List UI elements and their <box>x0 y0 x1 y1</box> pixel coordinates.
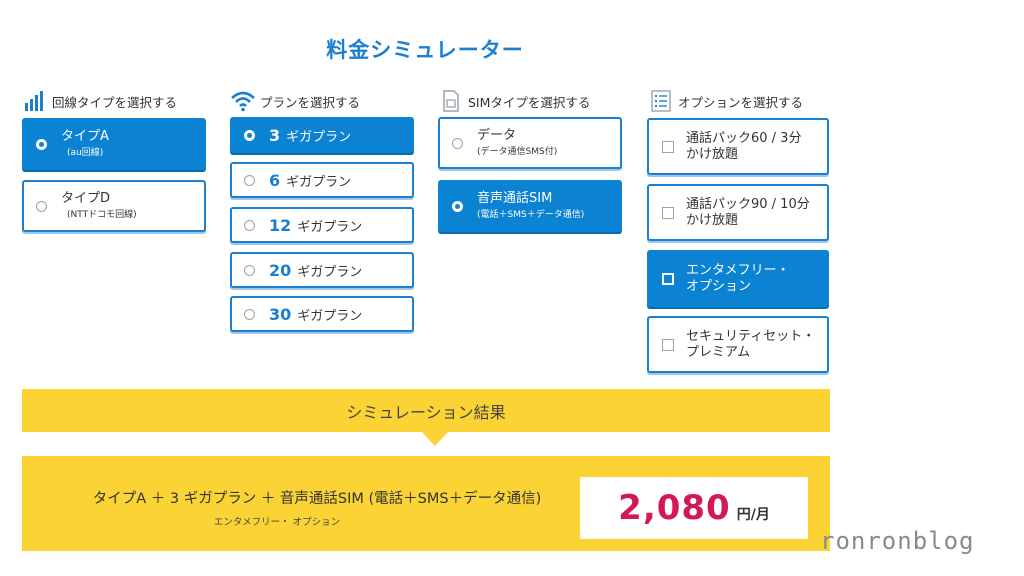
sim-option-data[interactable]: データ (データ通信SMS付) <box>438 117 622 169</box>
radio-selected <box>452 200 463 212</box>
option-header: オプションを選択する <box>648 86 833 116</box>
plan-option-6[interactable]: 6 ギガプラン <box>230 162 414 198</box>
sim-option-voice[interactable]: 音声通話SIM (電話＋SMS＋データ通信) <box>438 180 622 232</box>
radio-selected <box>244 129 255 141</box>
watermark: ronronblog <box>820 527 975 555</box>
radio-unselected <box>244 174 255 186</box>
result-option: エンタメフリー・ オプション <box>213 517 341 528</box>
checklist-icon <box>648 89 674 113</box>
result-summary: タイプA ＋ 3 ギガプラン ＋ 音声通話SIM (電話＋SMS＋データ通信) <box>92 491 542 507</box>
wifi-icon <box>230 89 256 113</box>
sim-card-icon <box>438 89 464 113</box>
result-heading: シミュレーション結果 <box>22 389 830 432</box>
sim-column: SIMタイプを選択する <box>438 86 623 116</box>
price-box: 2,080 円/月 <box>580 477 808 539</box>
checkbox-checked <box>662 272 674 285</box>
checkbox-unchecked <box>662 206 674 219</box>
line-option-type-a[interactable]: タイプA (au回線) <box>22 118 206 170</box>
checkbox-unchecked <box>662 338 674 351</box>
radio-selected <box>36 138 47 150</box>
line-type-header: 回線タイプを選択する <box>22 86 207 116</box>
line-type-column: 回線タイプを選択する <box>22 86 207 116</box>
price-unit: 円/月 <box>736 507 770 523</box>
plan-header: プランを選択する <box>230 86 415 116</box>
result-panel: タイプA ＋ 3 ギガプラン ＋ 音声通話SIM (電話＋SMS＋データ通信) … <box>22 456 830 551</box>
option-security-set[interactable]: セキュリティセット・ プレミアム <box>647 316 829 373</box>
plan-option-3[interactable]: 3 ギガプラン <box>230 117 414 153</box>
radio-unselected <box>36 200 47 212</box>
radio-unselected <box>452 137 463 149</box>
plan-option-20[interactable]: 20 ギガプラン <box>230 252 414 288</box>
price-value: 2,080 <box>618 488 731 528</box>
option-call-pack-60[interactable]: 通話パック60 / 3分 かけ放題 <box>647 118 829 175</box>
plan-option-30[interactable]: 30 ギガプラン <box>230 296 414 332</box>
radio-unselected <box>244 219 255 231</box>
plan-option-12[interactable]: 12 ギガプラン <box>230 207 414 243</box>
result-arrow <box>422 432 448 446</box>
option-call-pack-90[interactable]: 通話パック90 / 10分 かけ放題 <box>647 184 829 241</box>
radio-unselected <box>244 264 255 276</box>
sim-header: SIMタイプを選択する <box>438 86 623 116</box>
checkbox-unchecked <box>662 140 674 153</box>
option-entame-free[interactable]: エンタメフリー・ オプション <box>647 250 829 307</box>
plan-column: プランを選択する <box>230 86 415 116</box>
page-title: 料金シミュレーター <box>326 38 524 62</box>
signal-bars-icon <box>22 89 48 113</box>
option-column: オプションを選択する <box>648 86 833 116</box>
line-option-type-d[interactable]: タイプD (NTTドコモ回線) <box>22 180 206 232</box>
radio-unselected <box>244 308 255 320</box>
